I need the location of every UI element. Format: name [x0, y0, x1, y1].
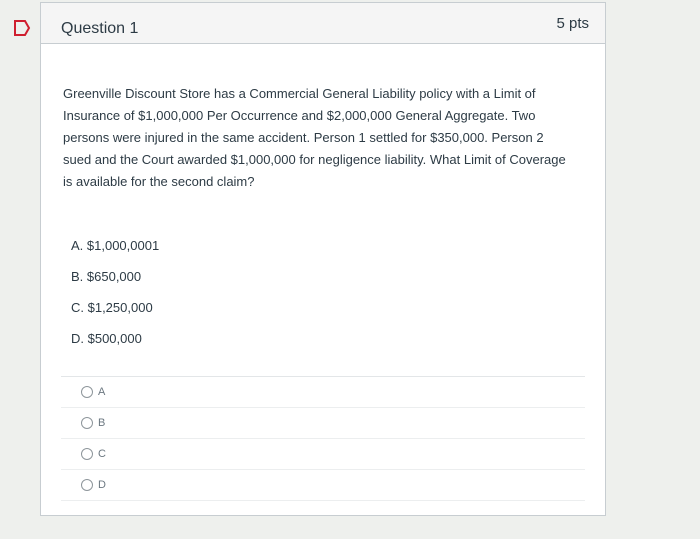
- choice-list: A. $1,000,0001 B. $650,000 C. $1,250,000…: [71, 235, 159, 359]
- answer-option-d[interactable]: D: [61, 470, 585, 501]
- answer-label: B: [98, 417, 106, 429]
- answer-label: C: [98, 448, 106, 460]
- radio-button-icon[interactable]: [81, 479, 93, 491]
- choice-text-d: D. $500,000: [71, 331, 142, 346]
- question-card: Question 1 5 pts Greenville Discount Sto…: [40, 2, 606, 516]
- choice-text-a: A. $1,000,0001: [71, 238, 160, 253]
- question-title: Question 1: [61, 20, 139, 37]
- question-header: Question 1 5 pts: [41, 3, 605, 44]
- choice-text-b: B. $650,000: [71, 269, 142, 284]
- answer-options: A B C D: [61, 376, 585, 501]
- question-text: Greenville Discount Store has a Commerci…: [63, 86, 566, 189]
- answer-label: A: [98, 386, 106, 398]
- radio-button-icon[interactable]: [81, 386, 93, 398]
- flag-question-icon[interactable]: [12, 18, 32, 38]
- answer-label: D: [98, 479, 106, 491]
- answer-option-a[interactable]: A: [61, 377, 585, 408]
- answer-option-b[interactable]: B: [61, 408, 585, 439]
- radio-button-icon[interactable]: [81, 417, 93, 429]
- choice-text-c: C. $1,250,000: [71, 300, 153, 315]
- question-points: 5 pts: [556, 15, 589, 32]
- radio-button-icon[interactable]: [81, 448, 93, 460]
- answer-option-c[interactable]: C: [61, 439, 585, 470]
